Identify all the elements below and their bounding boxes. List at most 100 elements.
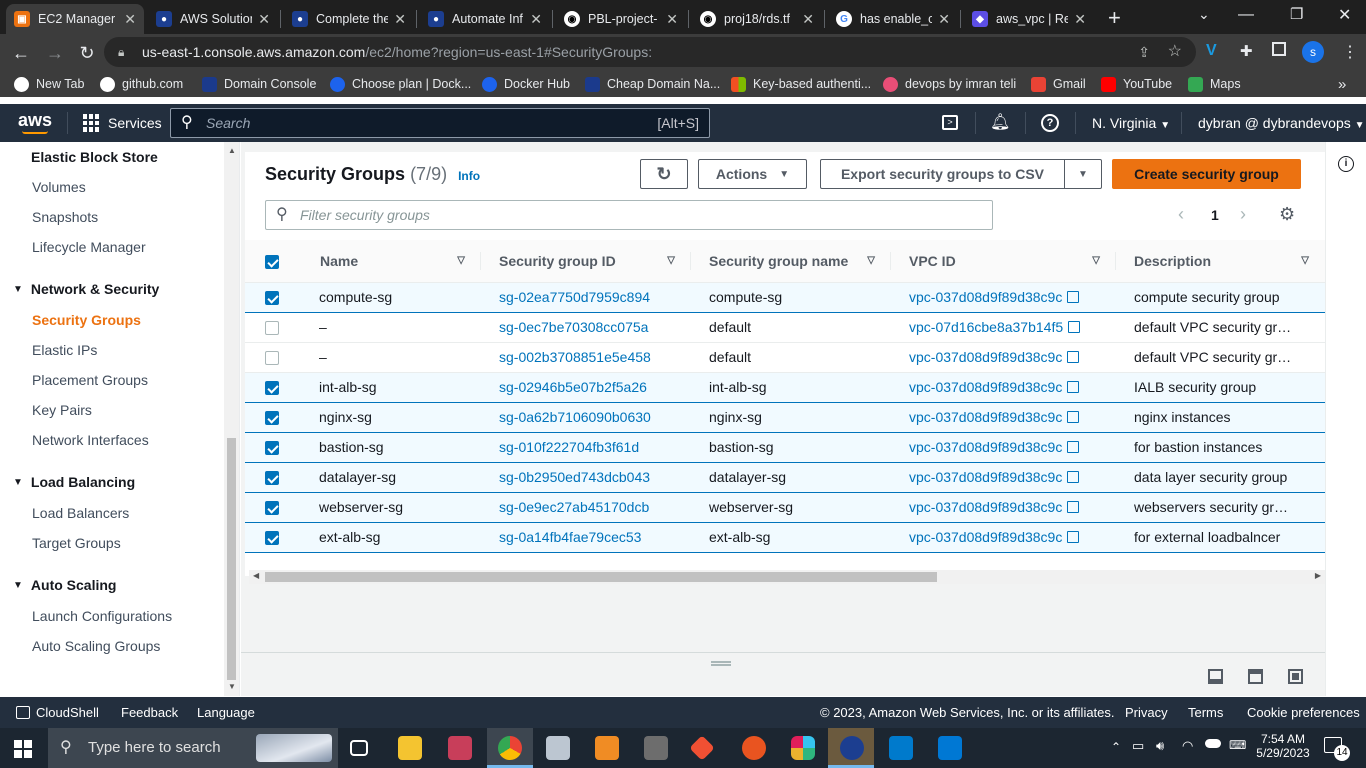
table-row[interactable]: – sg-0ec7be70308cc075a default vpc-07d16cbe… [245, 312, 1325, 343]
security-group-id-link[interactable]: sg-0ec7be70308cc075a [499, 319, 648, 335]
account-menu[interactable]: dybran @ dybrandevops ▼ [1198, 115, 1365, 131]
table-row[interactable]: bastion-sg sg-010f222704fb3f61d bastion-sg… [245, 431, 1325, 463]
security-group-id-link[interactable]: sg-0a14fb4fae79cec53 [499, 529, 641, 545]
close-tab-icon[interactable]: ✕ [666, 11, 678, 28]
sidebar-item-launch-configurations[interactable]: Launch Configurations [32, 608, 172, 624]
sidebar-item-volumes[interactable]: Volumes [32, 179, 86, 195]
sidebar-item-auto-scaling-groups[interactable]: Auto Scaling Groups [32, 638, 160, 654]
git-icon[interactable] [689, 735, 715, 761]
vpc-id-link[interactable]: vpc-037d08d9f89d38c9c [909, 439, 1062, 455]
task-view-icon[interactable] [350, 740, 368, 756]
row-checkbox[interactable] [265, 291, 279, 306]
page-number[interactable]: 1 [1211, 207, 1219, 223]
cookie-preferences-link[interactable]: Cookie preferences [1247, 705, 1360, 720]
vpc-id-link[interactable]: vpc-037d08d9f89d38c9c [909, 469, 1062, 485]
security-group-id-link[interactable]: sg-0e9ec27ab45170dcb [499, 499, 649, 515]
column-header-sg-id[interactable]: Security group ID ▽ [481, 240, 691, 283]
close-tab-icon[interactable]: ✕ [1074, 11, 1086, 28]
sidebar-item-key-pairs[interactable]: Key Pairs [32, 402, 92, 418]
external-link-icon[interactable] [1067, 531, 1080, 543]
scroll-up-icon[interactable]: ▲ [228, 146, 236, 155]
export-dropdown-button[interactable]: ▼ [1064, 159, 1102, 189]
sidebar-item-network-interfaces[interactable]: Network Interfaces [32, 432, 149, 448]
bookmark-maps[interactable]: Maps [1188, 75, 1241, 93]
terms-link[interactable]: Terms [1188, 705, 1223, 720]
sidebar-item-lifecycle-manager[interactable]: Lifecycle Manager [32, 239, 146, 255]
filter-security-groups-input[interactable]: ⚲ Filter security groups [265, 200, 993, 230]
bookmark-choose-plan[interactable]: Choose plan | Dock... [330, 75, 471, 93]
tab-ec2-management[interactable]: ▣ EC2 Manager ✕ [6, 4, 144, 34]
services-menu-button[interactable]: Services [108, 115, 162, 131]
tab-search-icon[interactable]: ⌄ [1198, 6, 1210, 23]
bookmark-star-icon[interactable]: ☆ [1168, 37, 1182, 67]
side-panel-icon[interactable] [1272, 42, 1286, 56]
sidebar-item-elastic-ips[interactable]: Elastic IPs [32, 342, 97, 358]
section-network-security[interactable]: ▼ Network & Security [13, 281, 159, 297]
new-tab-button[interactable]: + [1108, 5, 1121, 31]
export-csv-button[interactable]: Export security groups to CSV [820, 159, 1065, 189]
back-arrow-icon[interactable]: ← [8, 40, 34, 66]
media-player-icon[interactable] [595, 736, 619, 760]
sort-caret-icon[interactable]: ▽ [457, 255, 465, 266]
scroll-left-icon[interactable]: ◀ [253, 571, 259, 580]
show-hidden-icons-chevron[interactable]: ⌃ [1111, 740, 1121, 754]
table-row[interactable]: datalayer-sg sg-0b2950ed743dcb043 datalaye… [245, 461, 1325, 493]
security-group-id-link[interactable]: sg-010f222704fb3f61d [499, 439, 639, 455]
windows-start-icon[interactable] [14, 740, 32, 758]
sidebar-item-security-groups[interactable]: Security Groups [32, 312, 141, 328]
chrome-icon[interactable] [498, 736, 522, 760]
close-tab-icon[interactable]: ✕ [258, 11, 270, 28]
language-link[interactable]: Language [197, 705, 255, 720]
close-tab-icon[interactable]: ✕ [802, 11, 814, 28]
panel-side-icon[interactable] [1248, 669, 1263, 684]
photos-icon[interactable] [644, 736, 668, 760]
browser-menu-icon[interactable]: ⋮ [1342, 42, 1358, 62]
actions-button[interactable]: Actions ▼ [698, 159, 807, 189]
bookmark-gmail[interactable]: Gmail [1031, 75, 1086, 93]
external-link-icon[interactable] [1067, 501, 1080, 513]
security-group-id-link[interactable]: sg-0b2950ed743dcb043 [499, 469, 650, 485]
table-row[interactable]: – sg-002b3708851e5e458 default vpc-037d08d9… [245, 342, 1325, 373]
external-link-icon[interactable] [1067, 291, 1080, 303]
section-auto-scaling[interactable]: ▼ Auto Scaling [13, 577, 116, 593]
cloudshell-icon[interactable]: > [942, 115, 958, 130]
notifications-bell-icon[interactable]: 🔔︎ [990, 112, 1010, 132]
table-row[interactable]: compute-sg sg-02ea7750d7959c894 compute-sg… [245, 281, 1325, 313]
row-checkbox[interactable] [265, 471, 279, 486]
security-group-id-link[interactable]: sg-02ea7750d7959c894 [499, 289, 650, 305]
table-row[interactable]: int-alb-sg sg-02946b5e07b2f5a26 int-alb-sg… [245, 371, 1325, 403]
bookmark-cheap-domain[interactable]: Cheap Domain Na... [585, 75, 720, 93]
region-selector[interactable]: N. Virginia ▼ [1092, 115, 1170, 131]
vpc-id-link[interactable]: vpc-07d16cbe8a37b14f5 [909, 319, 1063, 335]
external-link-icon[interactable] [1067, 381, 1080, 393]
security-group-id-link[interactable]: sg-0a62b7106090b0630 [499, 409, 651, 425]
bookmark-new-tab[interactable]: New Tab [14, 75, 84, 93]
vpc-id-link[interactable]: vpc-037d08d9f89d38c9c [909, 379, 1062, 395]
external-link-icon[interactable] [1067, 351, 1080, 363]
volume-icon[interactable]: 🔊︎ [1156, 738, 1164, 754]
column-header-sg-name[interactable]: Security group name ▽ [691, 240, 891, 283]
close-tab-icon[interactable]: ✕ [124, 11, 136, 28]
row-checkbox[interactable] [265, 441, 279, 456]
snipping-tool-icon[interactable] [448, 736, 472, 760]
sidebar-scrollbar[interactable]: ▲ ▼ [224, 142, 239, 696]
tab-complete-the[interactable]: ● Complete the ✕ [284, 4, 414, 34]
scroll-down-icon[interactable]: ▼ [228, 682, 236, 691]
sidebar-scrollbar-thumb[interactable] [227, 438, 236, 680]
vpc-id-link[interactable]: vpc-037d08d9f89d38c9c [909, 409, 1062, 425]
network-adapter-icon[interactable]: ▭ [1132, 738, 1144, 754]
sidebar-item-load-balancers[interactable]: Load Balancers [32, 505, 129, 521]
vpc-id-link[interactable]: vpc-037d08d9f89d38c9c [909, 529, 1062, 545]
slack-icon[interactable] [791, 736, 815, 760]
external-link-icon[interactable] [1067, 441, 1080, 453]
url-input[interactable]: 🔒︎ us-east-1.console.aws.amazon.com/ec2/… [104, 37, 1196, 67]
row-checkbox[interactable] [265, 501, 279, 516]
tab-aws-vpc[interactable]: ◆ aws_vpc | Res ✕ [964, 4, 1094, 34]
tab-automate-inf[interactable]: ● Automate Inf ✕ [420, 4, 550, 34]
close-window-icon[interactable]: ✕ [1338, 5, 1351, 25]
table-row[interactable]: webserver-sg sg-0e9ec27ab45170dcb webserve… [245, 491, 1325, 523]
sort-caret-icon[interactable]: ▽ [667, 255, 675, 266]
restore-icon[interactable]: ❐ [1290, 5, 1303, 23]
services-grid-icon[interactable] [83, 114, 101, 132]
share-icon[interactable]: ⇪ [1138, 37, 1150, 67]
